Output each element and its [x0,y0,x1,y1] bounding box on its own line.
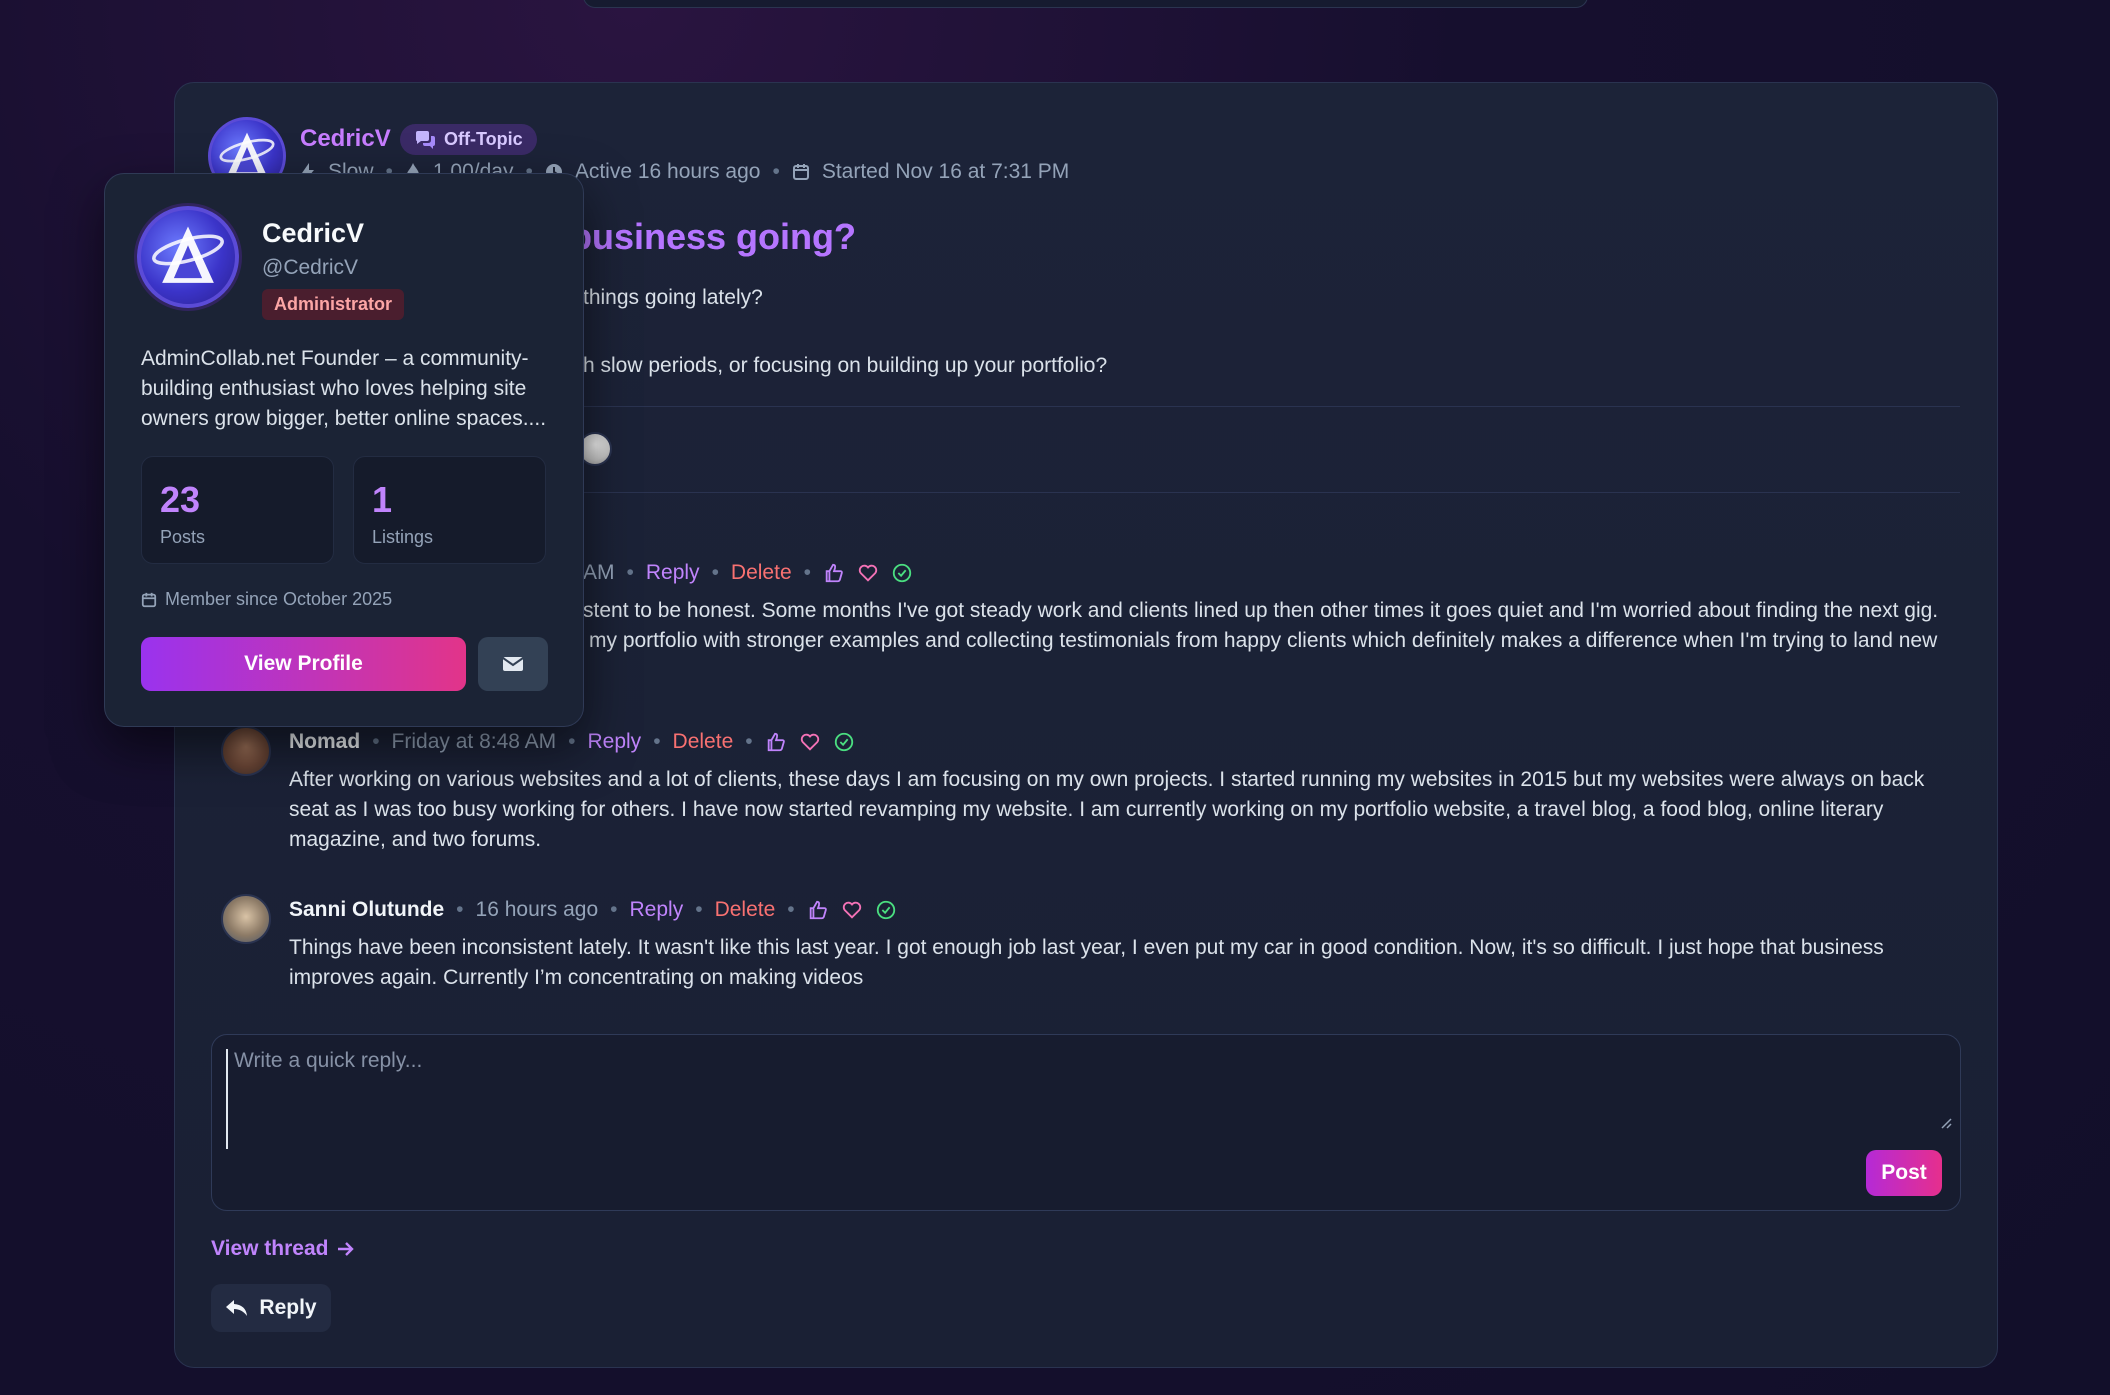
started-time: Started Nov 16 at 7:31 PM [821,160,1070,183]
comment-text-line: stent to be honest. Some months I've got… [583,599,1939,622]
thread-author-name[interactable]: CedricV [300,125,391,153]
resize-handle-icon[interactable] [1938,1115,1952,1129]
comment-text-line: my portfolio with stronger examples and … [589,629,1938,652]
popover-handle: @CedricV [262,256,359,279]
comment-header: Sanni Olutunde • 16 hours ago • Reply • … [289,898,897,922]
comment-reply-link[interactable]: Reply [646,561,700,585]
comment-text: Things have been inconsistent lately. It… [289,936,1884,989]
thumbs-up-icon[interactable] [823,562,845,584]
active-time: Active 16 hours ago [574,160,761,183]
divider [570,492,1960,493]
profile-popover: CedricV @CedricV Administrator AdminColl… [104,173,584,727]
thumbs-up-icon[interactable] [765,731,787,753]
posts-stat: 23 Posts [141,456,334,564]
thumbs-up-icon[interactable] [807,899,829,921]
listings-label: Listings [372,527,434,547]
comment-header: Nomad • Friday at 8:48 AM • Reply • Dele… [289,730,855,754]
category-label: Off-Topic [444,129,523,149]
view-thread-label: View thread [211,1237,329,1260]
comment-text: After working on various websites and a … [289,768,1925,851]
comment-time: AM [583,561,615,584]
comment-reply-link[interactable]: Reply [587,730,641,754]
post-button[interactable]: Post [1866,1150,1942,1196]
thread-title[interactable]: business going? [570,216,856,258]
member-since: Member since October 2025 [141,589,392,610]
arrow-right-icon [337,1242,354,1256]
view-profile-button[interactable]: View Profile [141,637,466,691]
thread-body-line: h slow periods, or focusing on building … [583,354,1108,377]
comment-delete-link[interactable]: Delete [673,730,734,754]
view-thread-link[interactable]: View thread [211,1237,355,1261]
category-badge[interactable]: Off-Topic [400,124,537,155]
heart-icon[interactable] [857,562,879,584]
listings-stat: 1 Listings [353,456,546,564]
top-panel-edge [583,0,1588,8]
posts-label: Posts [160,527,206,547]
posts-count: 23 [160,479,201,520]
reply-button-label: Reply [259,1296,317,1319]
popover-bio: AdminCollab.net Founder – a community-bu… [141,347,547,430]
reply-button[interactable]: Reply [211,1284,331,1332]
member-since-text: Member since October 2025 [165,589,393,609]
thread-body-line: things going lately? [583,286,763,309]
comment-author[interactable]: Nomad [289,730,360,754]
heart-icon[interactable] [799,731,821,753]
quick-reply-box: Post [211,1034,1961,1211]
comment-delete-link[interactable]: Delete [715,898,776,922]
comment-time: Friday at 8:48 AM [391,730,557,753]
heart-icon[interactable] [841,899,863,921]
comment-header: AM • Reply • Delete • [583,561,913,585]
check-circle-icon[interactable] [833,731,855,753]
chat-bubbles-icon [416,130,435,149]
comment-reply-link[interactable]: Reply [630,898,684,922]
comment-author[interactable]: Sanni Olutunde [289,898,444,922]
reply-arrow-icon [226,1300,248,1316]
calendar-icon [141,592,157,607]
check-circle-icon[interactable] [875,899,897,921]
comment-avatar[interactable] [221,894,271,944]
comment-time: 16 hours ago [475,898,599,921]
role-badge: Administrator [262,289,405,320]
divider [570,406,1960,407]
listings-count: 1 [372,479,393,520]
popover-avatar[interactable] [137,206,239,308]
logo-a-icon [152,226,224,283]
popover-name: CedricV [262,218,365,248]
comment-delete-link[interactable]: Delete [731,561,792,585]
comment-avatar[interactable] [221,726,271,776]
check-circle-icon[interactable] [891,562,913,584]
quick-reply-input[interactable] [226,1049,1942,1149]
message-button[interactable] [478,637,548,691]
calendar-icon [792,164,809,180]
mail-icon [502,657,524,671]
